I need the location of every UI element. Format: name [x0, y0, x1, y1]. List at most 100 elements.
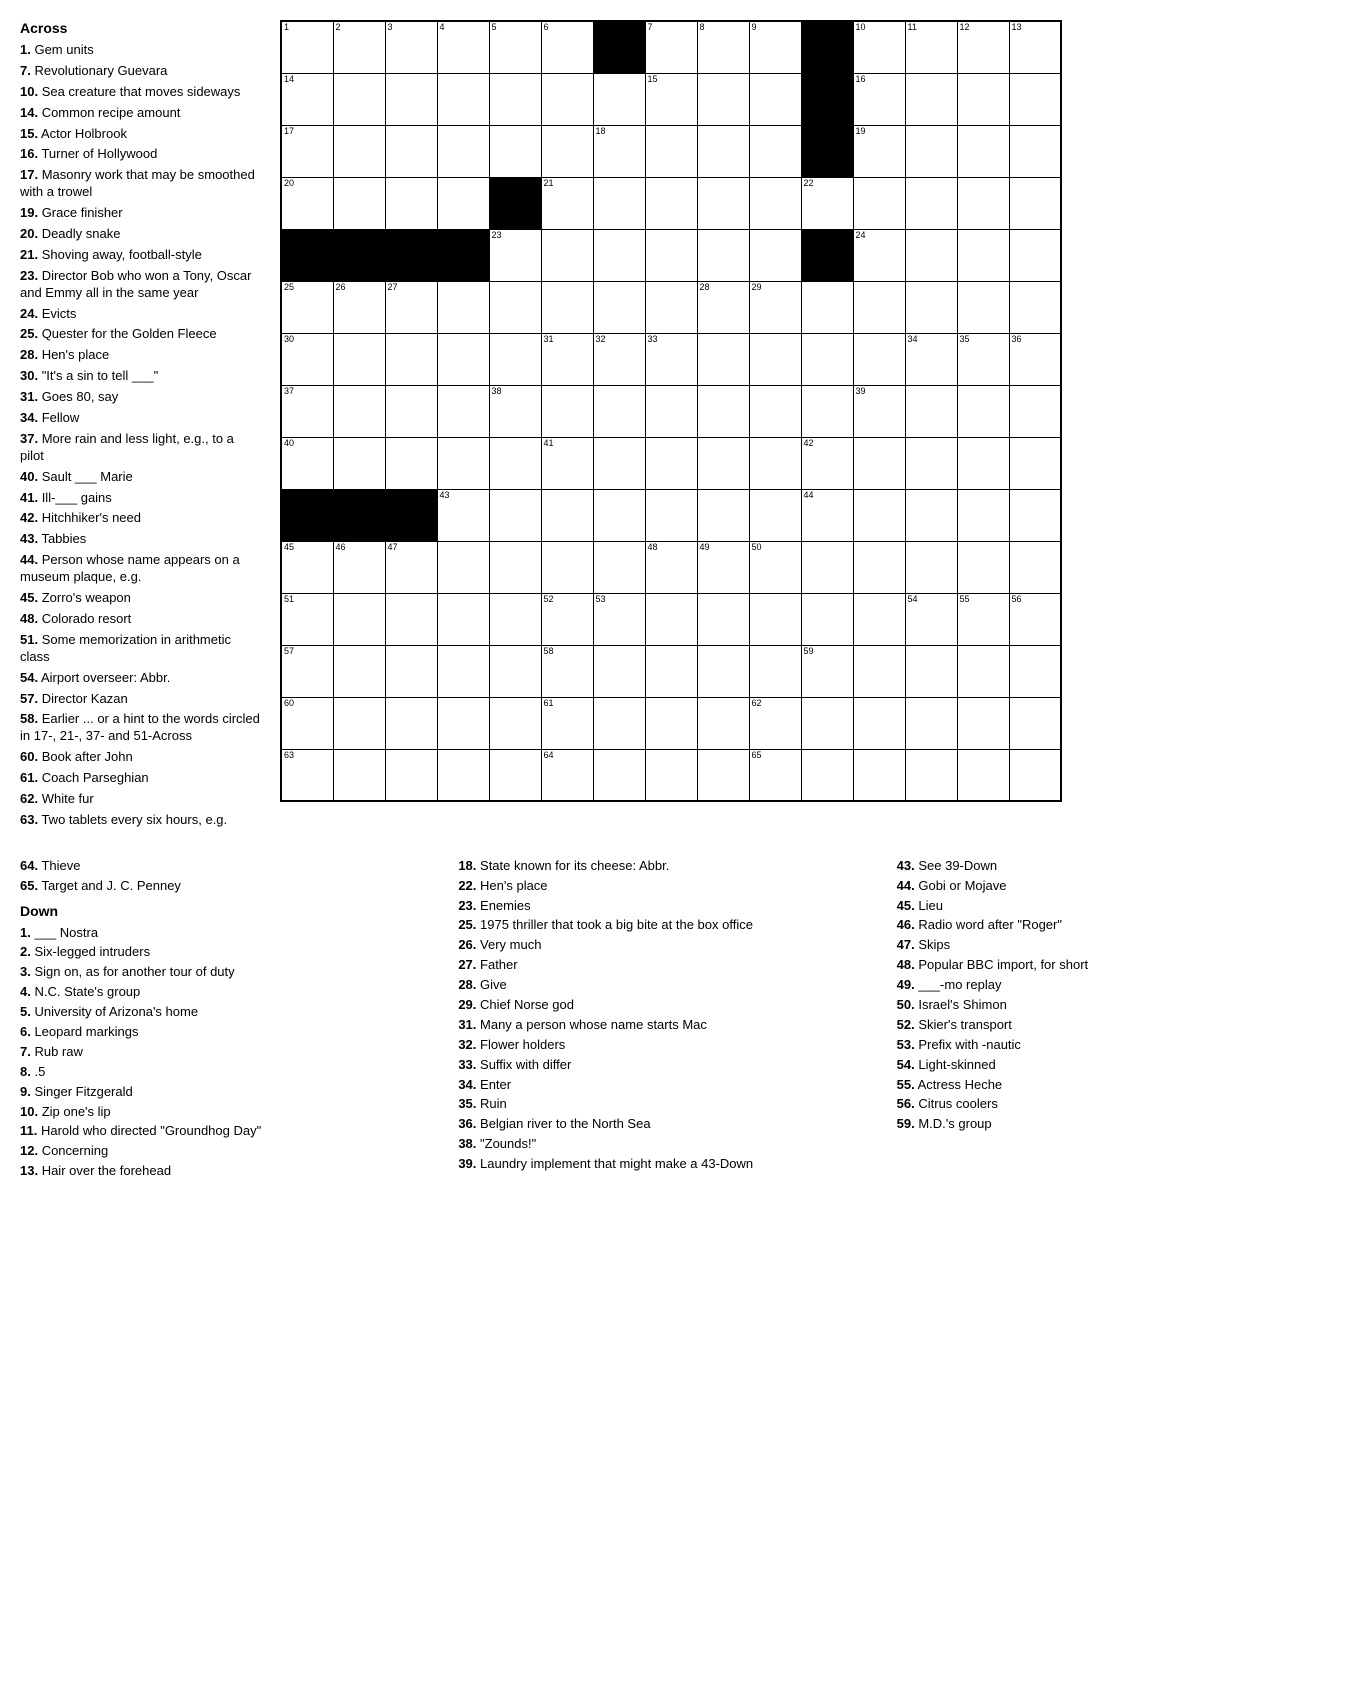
- grid-cell[interactable]: [333, 333, 385, 385]
- grid-cell[interactable]: [853, 177, 905, 229]
- grid-cell[interactable]: [905, 697, 957, 749]
- grid-cell[interactable]: 12: [957, 21, 1009, 73]
- grid-cell[interactable]: [749, 177, 801, 229]
- grid-cell[interactable]: [905, 177, 957, 229]
- grid-cell[interactable]: [697, 645, 749, 697]
- grid-cell[interactable]: 34: [905, 333, 957, 385]
- grid-cell[interactable]: [801, 385, 853, 437]
- grid-cell[interactable]: 45: [281, 541, 333, 593]
- grid-cell[interactable]: [905, 541, 957, 593]
- grid-cell[interactable]: [853, 697, 905, 749]
- grid-cell[interactable]: [645, 749, 697, 801]
- grid-cell[interactable]: [749, 73, 801, 125]
- grid-cell[interactable]: [541, 541, 593, 593]
- grid-cell[interactable]: [645, 697, 697, 749]
- grid-cell[interactable]: 8: [697, 21, 749, 73]
- grid-cell[interactable]: 2: [333, 21, 385, 73]
- grid-cell[interactable]: [957, 281, 1009, 333]
- grid-cell[interactable]: 5: [489, 21, 541, 73]
- grid-cell[interactable]: [853, 437, 905, 489]
- grid-cell[interactable]: [853, 489, 905, 541]
- grid-cell[interactable]: [593, 749, 645, 801]
- grid-cell[interactable]: [385, 645, 437, 697]
- grid-cell[interactable]: 6: [541, 21, 593, 73]
- grid-cell[interactable]: [697, 125, 749, 177]
- grid-cell[interactable]: [957, 177, 1009, 229]
- grid-cell[interactable]: [489, 697, 541, 749]
- grid-cell[interactable]: [437, 593, 489, 645]
- grid-cell[interactable]: [593, 177, 645, 229]
- grid-cell[interactable]: [749, 593, 801, 645]
- grid-cell[interactable]: 22: [801, 177, 853, 229]
- grid-cell[interactable]: [957, 749, 1009, 801]
- grid-cell[interactable]: [437, 73, 489, 125]
- grid-cell[interactable]: [489, 645, 541, 697]
- grid-cell[interactable]: [385, 593, 437, 645]
- grid-cell[interactable]: 40: [281, 437, 333, 489]
- grid-cell[interactable]: [541, 73, 593, 125]
- grid-cell[interactable]: [333, 645, 385, 697]
- grid-cell[interactable]: [905, 489, 957, 541]
- grid-cell[interactable]: [853, 333, 905, 385]
- grid-cell[interactable]: 39: [853, 385, 905, 437]
- grid-cell[interactable]: 16: [853, 73, 905, 125]
- grid-cell[interactable]: [437, 437, 489, 489]
- grid-cell[interactable]: 15: [645, 73, 697, 125]
- grid-cell[interactable]: [1009, 177, 1061, 229]
- grid-cell[interactable]: [697, 73, 749, 125]
- grid-cell[interactable]: [749, 489, 801, 541]
- grid-cell[interactable]: [801, 749, 853, 801]
- grid-cell[interactable]: 11: [905, 21, 957, 73]
- grid-cell[interactable]: [593, 73, 645, 125]
- grid-cell[interactable]: 49: [697, 541, 749, 593]
- grid-cell[interactable]: 10: [853, 21, 905, 73]
- grid-cell[interactable]: [1009, 489, 1061, 541]
- grid-cell[interactable]: 51: [281, 593, 333, 645]
- grid-cell[interactable]: [489, 73, 541, 125]
- grid-cell[interactable]: [957, 437, 1009, 489]
- grid-cell[interactable]: [645, 229, 697, 281]
- grid-cell[interactable]: 55: [957, 593, 1009, 645]
- grid-cell[interactable]: [801, 541, 853, 593]
- grid-cell[interactable]: [593, 489, 645, 541]
- grid-cell[interactable]: [853, 593, 905, 645]
- grid-cell[interactable]: 53: [593, 593, 645, 645]
- grid-cell[interactable]: [801, 281, 853, 333]
- grid-cell[interactable]: 37: [281, 385, 333, 437]
- grid-cell[interactable]: [905, 73, 957, 125]
- grid-cell[interactable]: [593, 281, 645, 333]
- grid-cell[interactable]: [593, 541, 645, 593]
- grid-cell[interactable]: 18: [593, 125, 645, 177]
- grid-cell[interactable]: [645, 385, 697, 437]
- grid-cell[interactable]: [957, 697, 1009, 749]
- grid-cell[interactable]: [541, 125, 593, 177]
- grid-cell[interactable]: [1009, 73, 1061, 125]
- grid-cell[interactable]: 41: [541, 437, 593, 489]
- grid-cell[interactable]: [905, 125, 957, 177]
- grid-cell[interactable]: [697, 177, 749, 229]
- grid-cell[interactable]: [801, 593, 853, 645]
- grid-cell[interactable]: [437, 177, 489, 229]
- grid-cell[interactable]: 54: [905, 593, 957, 645]
- grid-cell[interactable]: 30: [281, 333, 333, 385]
- grid-cell[interactable]: [905, 385, 957, 437]
- grid-cell[interactable]: 63: [281, 749, 333, 801]
- grid-cell[interactable]: [697, 593, 749, 645]
- grid-cell[interactable]: [593, 697, 645, 749]
- grid-cell[interactable]: [905, 645, 957, 697]
- grid-cell[interactable]: 43: [437, 489, 489, 541]
- grid-cell[interactable]: [697, 749, 749, 801]
- grid-cell[interactable]: 24: [853, 229, 905, 281]
- grid-cell[interactable]: [697, 385, 749, 437]
- grid-cell[interactable]: [1009, 437, 1061, 489]
- grid-cell[interactable]: [1009, 541, 1061, 593]
- grid-cell[interactable]: [853, 281, 905, 333]
- grid-cell[interactable]: [333, 125, 385, 177]
- grid-cell[interactable]: 29: [749, 281, 801, 333]
- grid-cell[interactable]: [385, 437, 437, 489]
- grid-cell[interactable]: 32: [593, 333, 645, 385]
- grid-cell[interactable]: [1009, 385, 1061, 437]
- grid-cell[interactable]: 64: [541, 749, 593, 801]
- grid-cell[interactable]: 65: [749, 749, 801, 801]
- grid-cell[interactable]: [333, 73, 385, 125]
